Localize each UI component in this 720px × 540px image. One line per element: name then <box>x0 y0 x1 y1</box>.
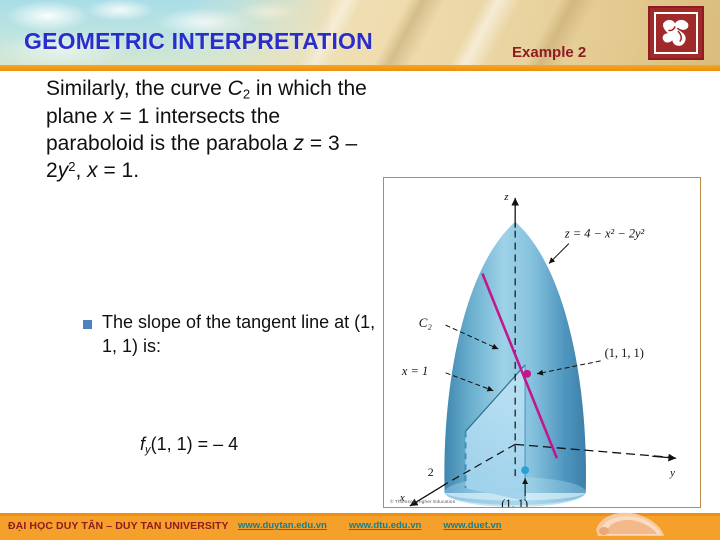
footer-accent-line <box>0 513 720 516</box>
z-axis-label: z <box>503 191 509 203</box>
formula-text: fy(1, 1) = – 4 <box>140 434 239 456</box>
point-1-1-marker <box>521 466 530 475</box>
figure-credit: © Thomson Higher Education <box>390 499 456 504</box>
paragraph-text: Similarly, the curve C2 in which the pla… <box>46 77 367 183</box>
plane-label: x = 1 <box>401 364 428 378</box>
bullet-item: The slope of the tangent line at (1, 1, … <box>83 311 383 359</box>
logo-emblem-icon <box>662 19 689 46</box>
surface-equation-leader <box>548 243 570 264</box>
bullet-item-label: The slope of the tangent line at (1, 1, … <box>102 312 376 356</box>
point-1-1-label: (1, 1) <box>501 497 528 507</box>
example-label: Example 2 <box>512 44 587 61</box>
university-logo <box>648 6 704 60</box>
footer-link-0[interactable]: www.duytan.edu.vn <box>238 520 327 531</box>
y-axis <box>652 453 677 462</box>
x-intercept-label: 2 <box>428 465 434 479</box>
paraboloid-figure: z y x 2 z = 4 − x² − 2y² C₂ x = 1 (1, 1,… <box>383 177 701 508</box>
footer-university-name: ĐẠI HỌC DUY TÂN – DUY TAN UNIVERSITY <box>8 520 229 532</box>
point-1-1-1-marker <box>523 369 532 378</box>
point-1-1-1-label: (1, 1, 1) <box>605 346 644 360</box>
slide-canvas: GEOMETRIC INTERPRETATION Example 2 Simil… <box>0 0 720 540</box>
curve-c2-label: C₂ <box>419 315 433 330</box>
footer-links: www.duytan.edu.vn www.dtu.edu.vn www.due… <box>238 520 502 531</box>
y-axis-label: y <box>669 467 675 479</box>
footer-link-1[interactable]: www.dtu.edu.vn <box>349 520 421 531</box>
header-divider <box>0 65 720 71</box>
square-bullet-icon <box>83 320 92 329</box>
paraboloid-diagram: z y x 2 z = 4 − x² − 2y² C₂ x = 1 (1, 1,… <box>399 191 677 507</box>
page-title: GEOMETRIC INTERPRETATION <box>24 28 373 54</box>
logo-inner-frame <box>654 12 698 54</box>
footer-link-2[interactable]: www.duet.vn <box>443 520 501 531</box>
slide-footer: ĐẠI HỌC DUY TÂN – DUY TAN UNIVERSITY www… <box>0 513 720 540</box>
surface-equation-label: z = 4 − x² − 2y² <box>564 227 645 241</box>
